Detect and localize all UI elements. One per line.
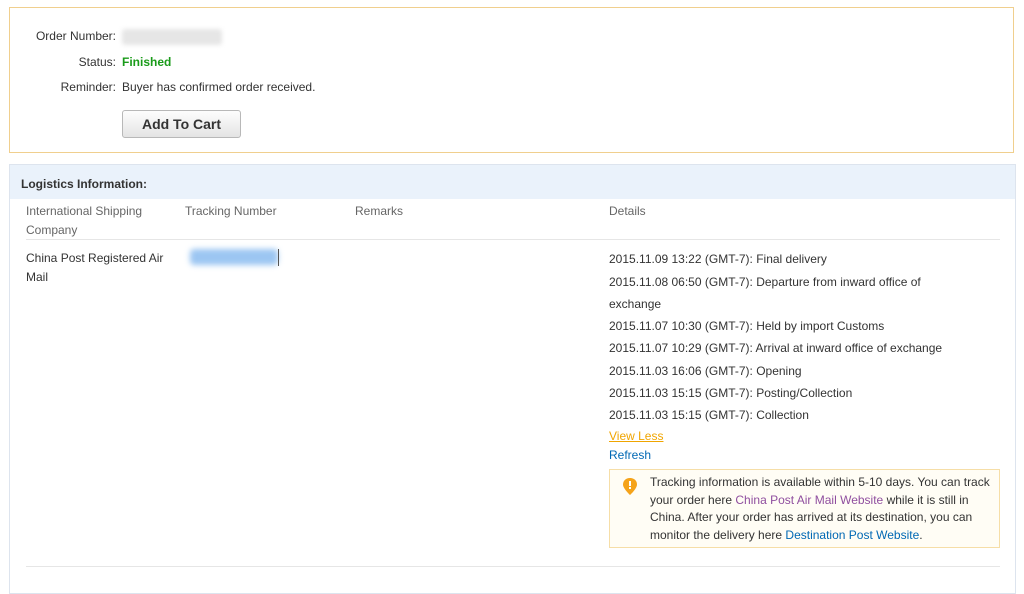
status-label: Status:: [78, 55, 116, 69]
notice-text-part: .: [919, 527, 923, 542]
order-number-label: Order Number:: [35, 29, 116, 43]
order-number-value-redacted: [122, 29, 222, 45]
detail-line: 2015.11.07 10:29 (GMT-7): Arrival at inw…: [609, 341, 943, 355]
reminder-label: Reminder:: [60, 80, 116, 94]
order-summary-panel: Order Number: Status: Finished Reminder:…: [9, 7, 1014, 153]
text-cursor: [278, 249, 279, 266]
detail-line: 2015.11.03 15:15 (GMT-7): Collection: [609, 408, 809, 422]
view-less-link[interactable]: View Less: [609, 429, 663, 443]
detail-line: exchange: [609, 297, 662, 311]
detail-line: 2015.11.03 16:06 (GMT-7): Opening: [609, 364, 802, 378]
destination-post-link[interactable]: Destination Post Website: [785, 528, 919, 542]
detail-line: 2015.11.03 15:15 (GMT-7): Posting/Collec…: [609, 386, 853, 400]
shipping-company-cell: China Post Registered Air Mail: [26, 251, 164, 284]
col-header-tracking: Tracking Number: [185, 204, 277, 218]
header-divider: [26, 239, 1000, 240]
col-header-company: International Shipping Company: [26, 204, 143, 237]
detail-line: 2015.11.07 10:30 (GMT-7): Held by import…: [609, 319, 885, 333]
detail-line: 2015.11.09 13:22 (GMT-7): Final delivery: [609, 252, 827, 266]
china-post-link[interactable]: China Post Air Mail Website: [735, 493, 883, 507]
row-divider: [26, 566, 1000, 567]
col-header-remarks: Remarks: [355, 204, 404, 218]
add-to-cart-button[interactable]: Add To Cart: [122, 110, 241, 138]
notice-text: Tracking information is available within…: [650, 474, 990, 544]
logistics-title: Logistics Information:: [10, 165, 1015, 199]
detail-line: 2015.11.08 06:50 (GMT-7): Departure from…: [609, 275, 921, 289]
tracking-number-redacted[interactable]: [190, 249, 278, 265]
refresh-link[interactable]: Refresh: [609, 448, 651, 462]
status-value: Finished: [122, 55, 172, 69]
logistics-panel: Logistics Information: International Shi…: [9, 164, 1016, 594]
col-header-details: Details: [609, 204, 646, 218]
reminder-value: Buyer has confirmed order received.: [122, 80, 316, 94]
tracking-notice: Tracking information is available within…: [609, 469, 1000, 548]
location-pin-icon: [622, 477, 638, 497]
